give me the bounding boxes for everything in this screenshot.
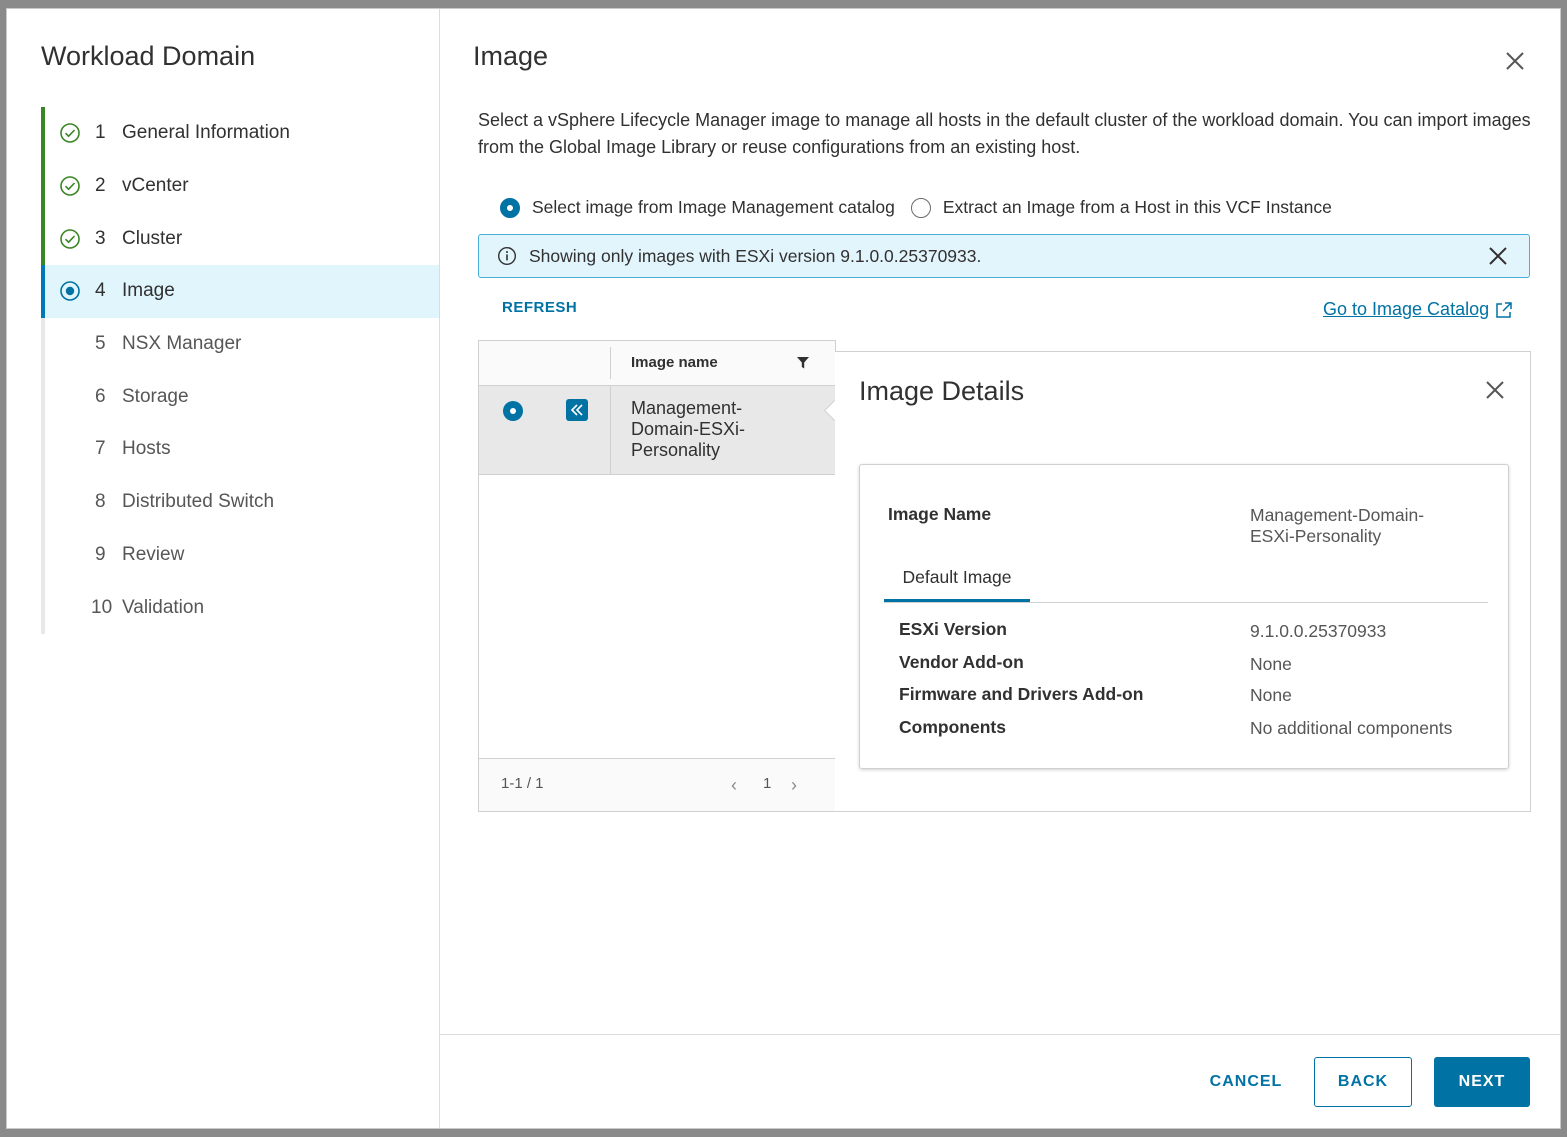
step-label: Review xyxy=(122,543,185,565)
step-list: 1 General Information 2 vCenter 3 Cluste… xyxy=(41,107,439,634)
step-number: 5 xyxy=(95,333,106,355)
page-description: Select a vSphere Lifecycle Manager image… xyxy=(478,110,1531,157)
field-label: Firmware and Drivers Add-on xyxy=(899,684,1144,704)
step-number: 4 xyxy=(95,280,106,302)
external-link-icon xyxy=(1496,301,1512,318)
filter-icon[interactable] xyxy=(796,356,810,370)
step-label: Validation xyxy=(122,596,205,618)
next-button[interactable]: NEXT xyxy=(1434,1057,1530,1107)
column-header-image-name[interactable]: Image name xyxy=(631,354,718,371)
step-hosts: 7 Hosts xyxy=(41,423,439,476)
step-vcenter[interactable]: 2 vCenter xyxy=(41,159,439,213)
step-number: 7 xyxy=(95,438,106,460)
go-to-image-catalog-link[interactable]: Go to Image Catalog xyxy=(1323,299,1513,320)
wizard-step-nav: Workload Domain 1 General Information 2 … xyxy=(7,9,440,1128)
step-label: Hosts xyxy=(122,438,171,460)
image-details-card: Image Name Management-Domain- ESXi-Perso… xyxy=(859,464,1509,769)
field-value: None xyxy=(1250,685,1292,705)
step-number: 9 xyxy=(95,543,106,565)
cancel-button[interactable]: CANCEL xyxy=(1196,1057,1296,1107)
tab-divider xyxy=(884,602,1488,603)
alert-text: Showing only images with ESXi version 9.… xyxy=(529,245,982,266)
image-name-value: Management-Domain- ESXi-Personality xyxy=(1250,505,1424,547)
step-number: 1 xyxy=(95,122,106,144)
step-number: 8 xyxy=(95,491,106,513)
step-label: Image xyxy=(122,280,175,302)
footer-divider xyxy=(440,1034,1560,1035)
image-name-line: Management- xyxy=(631,398,743,418)
info-icon xyxy=(497,246,517,266)
image-datagrid: Image name Management- Domain-ESXi- Pers… xyxy=(478,340,836,812)
datagrid-header: Image name xyxy=(479,341,835,386)
column-separator xyxy=(610,386,611,474)
step-content: Image Select a vSphere Lifecycle Manager… xyxy=(440,9,1560,1128)
image-name-cell: Management- Domain-ESXi- Personality xyxy=(631,398,781,461)
radio-label: Extract an Image from a Host in this VCF… xyxy=(942,197,1332,217)
image-source-radio-group: Select image from Image Management catal… xyxy=(500,197,1348,218)
step-storage: 6 Storage xyxy=(41,370,439,424)
refresh-button[interactable]: REFRESH xyxy=(502,299,577,316)
collapse-details-icon[interactable] xyxy=(566,399,588,421)
step-nsx-manager: 5 NSX Manager xyxy=(41,317,439,371)
double-chevron-left-icon xyxy=(570,404,583,416)
check-circle-icon xyxy=(60,176,80,196)
current-step-dot-icon xyxy=(60,281,80,302)
radio-button[interactable] xyxy=(910,197,931,218)
step-validation: 10 Validation xyxy=(41,581,439,634)
step-label: General Information xyxy=(122,122,290,144)
table-row[interactable]: Management- Domain-ESXi- Personality xyxy=(479,386,835,475)
page-title: Image xyxy=(473,41,549,71)
image-name-label: Image Name xyxy=(888,504,992,524)
step-general-information[interactable]: 1 General Information xyxy=(41,107,439,160)
details-title: Image Details xyxy=(859,376,1025,406)
check-circle-icon xyxy=(60,228,80,249)
step-label: Distributed Switch xyxy=(122,491,275,513)
current-page-number: 1 xyxy=(763,775,772,792)
row-radio-selected[interactable] xyxy=(502,400,524,422)
image-name-line: Personality xyxy=(631,440,721,460)
close-icon[interactable] xyxy=(1487,245,1509,267)
previous-page-icon[interactable]: ‹ xyxy=(731,775,737,796)
radio-extract-from-host[interactable]: Extract an Image from a Host in this VCF… xyxy=(910,197,1332,218)
step-number: 2 xyxy=(95,175,106,197)
check-circle-icon xyxy=(60,123,80,144)
step-label: vCenter xyxy=(122,175,189,197)
step-label: Storage xyxy=(122,385,189,407)
value-line: ESXi-Personality xyxy=(1250,526,1382,546)
field-value: 9.1.0.0.25370933 xyxy=(1250,621,1387,641)
workload-domain-wizard-modal: Workload Domain 1 General Information 2 … xyxy=(6,8,1561,1129)
tab-default-image[interactable]: Default Image xyxy=(884,565,1030,602)
column-separator xyxy=(610,347,611,379)
radio-label: Select image from Image Management catal… xyxy=(532,197,895,217)
image-name-line: Domain-ESXi- xyxy=(631,419,746,439)
step-label: Cluster xyxy=(122,227,183,249)
step-cluster[interactable]: 3 Cluster xyxy=(41,212,439,266)
step-number: 10 xyxy=(91,596,113,618)
value-line: Management-Domain- xyxy=(1250,505,1425,525)
step-number: 6 xyxy=(95,385,106,407)
back-button[interactable]: BACK xyxy=(1314,1057,1412,1107)
close-icon[interactable] xyxy=(1503,49,1527,73)
step-distributed-switch: 8 Distributed Switch xyxy=(41,475,439,529)
image-details-pane: Image Details Image Name Management-Doma… xyxy=(823,351,1531,812)
step-label: NSX Manager xyxy=(122,333,242,355)
info-alert: Showing only images with ESXi version 9.… xyxy=(478,234,1530,278)
field-value: None xyxy=(1250,654,1292,674)
wizard-title: Workload Domain xyxy=(41,41,256,71)
radio-select-from-catalog[interactable]: Select image from Image Management catal… xyxy=(500,197,895,218)
field-label: Vendor Add-on xyxy=(899,652,1024,672)
step-review: 9 Review xyxy=(41,528,439,582)
row-count: 1-1 / 1 xyxy=(501,775,544,792)
field-label: ESXi Version xyxy=(899,619,1007,639)
datagrid-footer: 1-1 / 1 ‹ 1 › xyxy=(479,758,835,811)
next-page-icon[interactable]: › xyxy=(791,775,797,796)
radio-button-selected[interactable] xyxy=(500,197,520,218)
link-label: Go to Image Catalog xyxy=(1323,299,1490,319)
field-value: No additional components xyxy=(1250,718,1453,738)
field-label: Components xyxy=(899,717,1006,737)
close-icon[interactable] xyxy=(1483,378,1507,402)
step-number: 3 xyxy=(95,227,106,249)
step-image[interactable]: 4 Image xyxy=(41,265,439,318)
